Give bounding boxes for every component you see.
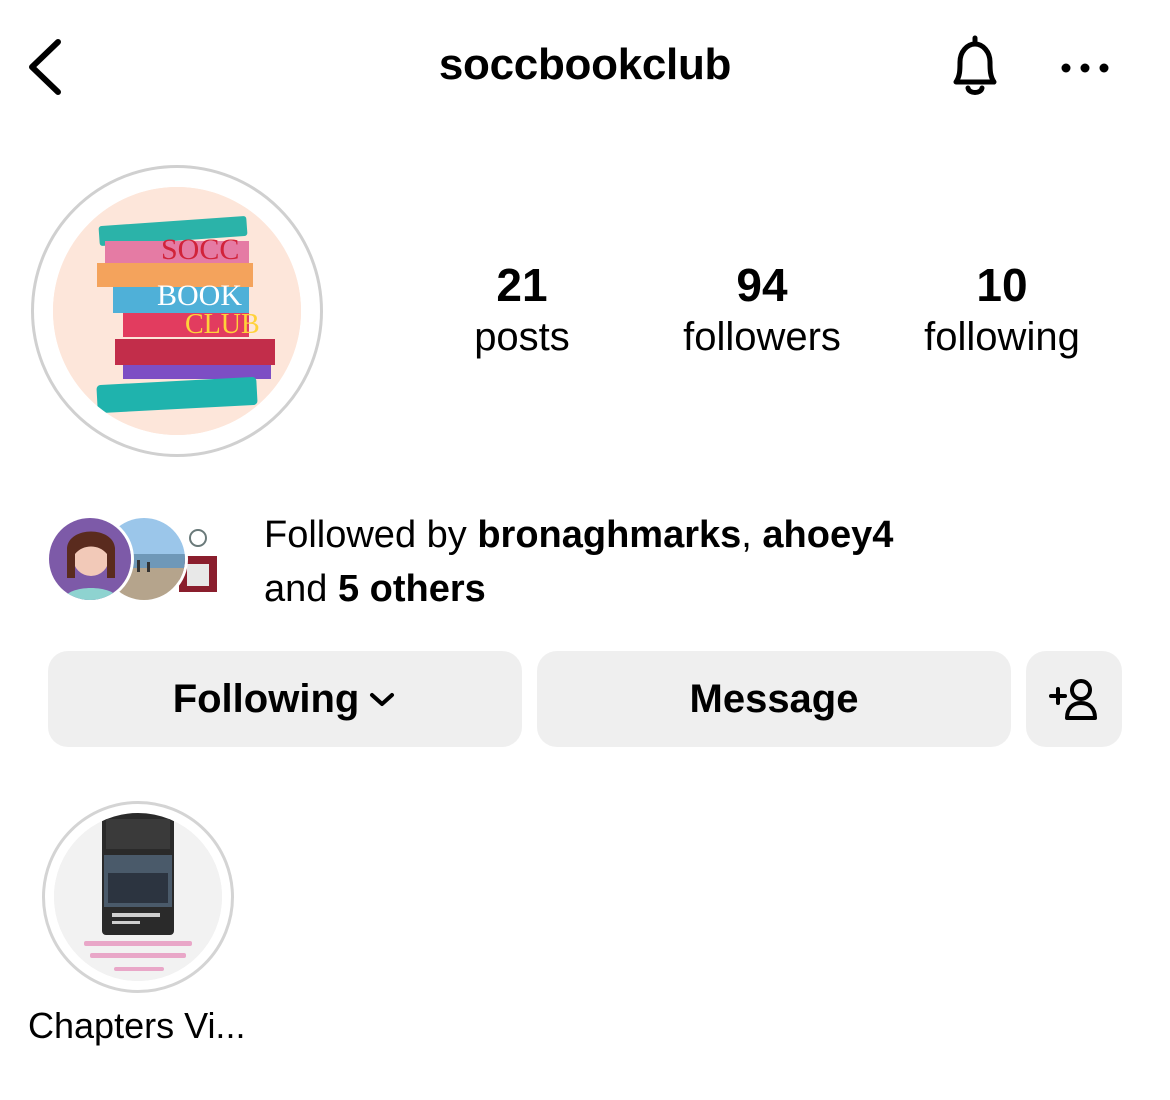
followed-by-text[interactable]: Followed by bronaghmarks, ahoey4 and 5 o… bbox=[264, 508, 1124, 616]
notifications-button[interactable] bbox=[938, 30, 1012, 104]
add-user-icon bbox=[1049, 679, 1097, 720]
mutual-user-2[interactable]: ahoey4 bbox=[762, 514, 893, 556]
add-user-button[interactable] bbox=[1026, 651, 1122, 747]
posts-count: 21 bbox=[496, 259, 548, 311]
book-stack-logo: SOCC BOOK CLUB bbox=[53, 187, 301, 435]
story-highlight-label: Chapters Vi... bbox=[28, 1005, 246, 1046]
mutual-follower-avatar-1[interactable] bbox=[46, 515, 134, 603]
followed-by-and: and bbox=[264, 568, 338, 610]
logo-text-line3: CLUB bbox=[185, 309, 260, 340]
profile-avatar: SOCC BOOK CLUB bbox=[53, 187, 301, 435]
posts-label: posts bbox=[474, 315, 570, 359]
following-button[interactable]: Following bbox=[48, 651, 522, 747]
logo-text-line2: BOOK bbox=[157, 279, 242, 312]
bell-icon bbox=[953, 35, 997, 95]
stat-following[interactable]: 10 following bbox=[882, 258, 1122, 362]
message-button-label: Message bbox=[689, 676, 859, 721]
following-label: following bbox=[924, 315, 1080, 359]
mutual-user-1[interactable]: bronaghmarks bbox=[477, 514, 741, 556]
stat-followers[interactable]: 94 followers bbox=[642, 258, 882, 362]
more-horizontal-icon bbox=[1061, 63, 1109, 73]
more-options-button[interactable] bbox=[1056, 50, 1114, 86]
followed-by-prefix: Followed by bbox=[264, 514, 478, 556]
story-highlight-cover bbox=[54, 813, 222, 981]
logo-text-line1: SOCC bbox=[161, 233, 239, 266]
followers-count: 94 bbox=[736, 259, 788, 311]
message-button[interactable]: Message bbox=[537, 651, 1011, 747]
mutual-others-count[interactable]: 5 others bbox=[338, 568, 486, 610]
followed-by-separator: , bbox=[741, 514, 763, 556]
stat-posts[interactable]: 21 posts bbox=[402, 258, 642, 362]
following-count: 10 bbox=[976, 259, 1028, 311]
following-button-label: Following bbox=[172, 676, 360, 721]
followers-label: followers bbox=[683, 315, 841, 359]
chevron-down-icon bbox=[370, 693, 395, 706]
